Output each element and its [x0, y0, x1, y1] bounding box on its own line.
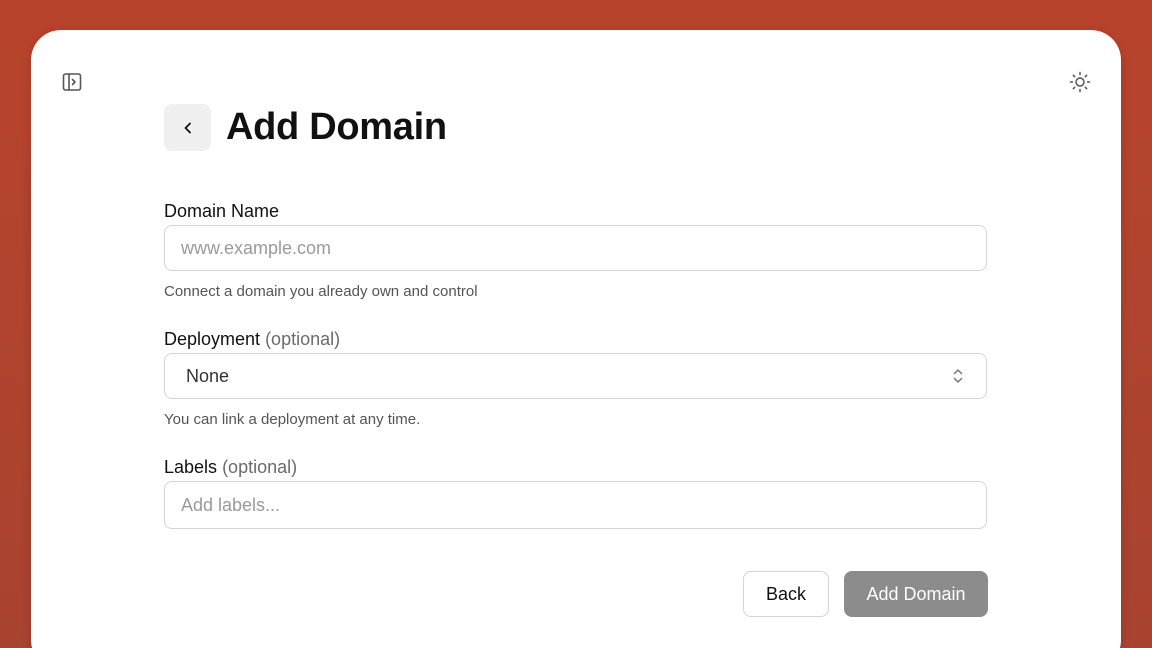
sun-icon: [1069, 71, 1091, 93]
labels-label: Labels: [164, 457, 218, 477]
deployment-helper: You can link a deployment at any time.: [164, 411, 421, 428]
deployment-optional-text: (optional): [265, 329, 341, 349]
page-title: Add Domain: [226, 106, 447, 148]
chevron-up-down-icon: [953, 369, 963, 383]
app-window: Add Domain Domain Name Connect a domain …: [31, 30, 1121, 648]
back-nav-button[interactable]: [164, 104, 211, 151]
deployment-select[interactable]: None: [164, 353, 987, 399]
sidebar-panel-icon: [62, 73, 82, 91]
domain-name-label: Domain Name: [164, 201, 280, 221]
theme-toggle-button[interactable]: [1068, 70, 1092, 94]
domain-name-helper: Connect a domain you already own and con…: [164, 283, 478, 300]
domain-name-input[interactable]: [164, 225, 987, 271]
sidebar-toggle-button[interactable]: [61, 71, 83, 93]
add-domain-button[interactable]: Add Domain: [844, 571, 988, 617]
deployment-label: Deployment: [164, 329, 261, 349]
chevron-left-icon: [184, 122, 191, 133]
labels-input[interactable]: [164, 481, 987, 529]
back-button[interactable]: Back: [743, 571, 829, 617]
labels-label-row: Labels (optional): [164, 456, 297, 478]
deployment-selected-value: None: [186, 365, 230, 386]
labels-optional-text: (optional): [222, 457, 298, 477]
deployment-label-row: Deployment (optional): [164, 328, 340, 350]
